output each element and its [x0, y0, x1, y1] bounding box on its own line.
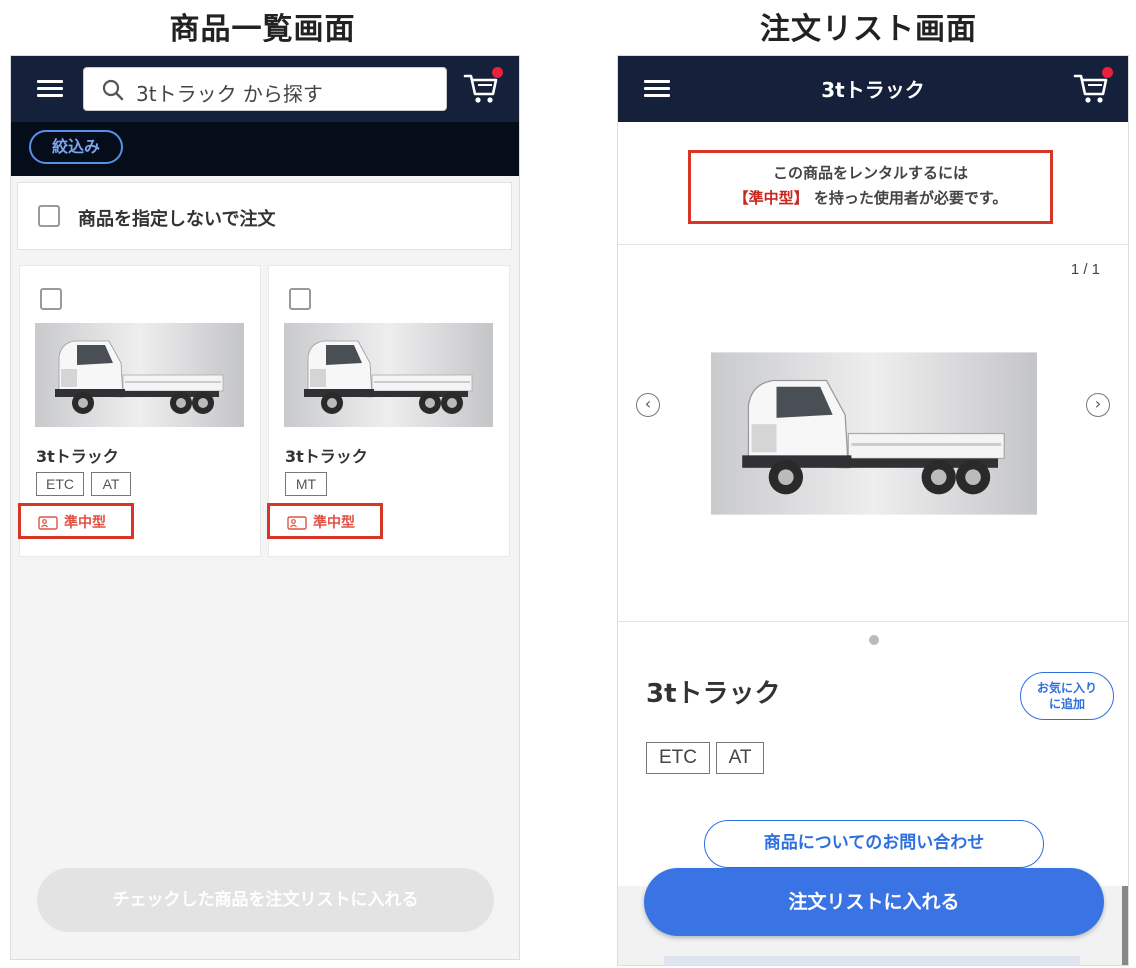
notice-license: 【準中型】 — [733, 189, 809, 207]
top-bar: 3tトラック — [618, 56, 1128, 122]
pager-dot[interactable] — [869, 635, 879, 645]
product-checkbox[interactable] — [40, 288, 62, 310]
tag-at: AT — [91, 472, 131, 496]
truck-image — [284, 323, 493, 427]
notice-rest: を持った使用者が必要です。 — [808, 189, 1008, 207]
order-without-product[interactable]: 商品を指定しないで注文 — [17, 182, 512, 250]
header-title: 3tトラック — [821, 78, 925, 102]
add-checked-to-order-button[interactable]: チェックした商品を注文リストに入れる — [37, 868, 494, 932]
cart-icon[interactable] — [1073, 67, 1113, 108]
notice-line-1: この商品をレンタルするには — [772, 164, 968, 182]
product-card[interactable]: 3tトラック ETC AT 準中型 — [18, 265, 261, 557]
scrollbar[interactable] — [1122, 886, 1128, 965]
license-badge: 準中型 — [18, 503, 134, 539]
filter-button[interactable]: 絞込み — [29, 130, 123, 164]
add-favorite-button[interactable]: お気に入り に追加 — [1020, 672, 1114, 720]
favorite-line-1: お気に入り — [1036, 681, 1097, 695]
license-notice: この商品をレンタルするには 【準中型】 を持った使用者が必要です。 — [688, 150, 1053, 224]
cart-icon[interactable] — [463, 67, 503, 108]
favorite-line-2: に追加 — [1048, 697, 1085, 711]
tag-at: AT — [716, 742, 764, 774]
tag-etc: ETC — [36, 472, 84, 496]
truck-image — [35, 323, 244, 427]
chevron-left-icon[interactable]: ‹ — [636, 393, 660, 417]
cart-badge — [1102, 67, 1113, 78]
image-counter: 1 / 1 — [1070, 261, 1100, 278]
truck-image — [711, 352, 1037, 515]
top-bar: 3tトラック から探す — [11, 56, 519, 122]
filter-bar: 絞込み — [11, 122, 519, 176]
search-input[interactable]: 3tトラック から探す — [83, 67, 447, 111]
menu-icon[interactable] — [37, 80, 63, 98]
image-gallery: 1 / 1 ‹ › — [618, 244, 1128, 622]
notice-line-2: 【準中型】 を持った使用者が必要です。 — [691, 186, 1050, 211]
product-inquiry-button[interactable]: 商品についてのお問い合わせ — [704, 820, 1044, 868]
tag-mt: MT — [285, 472, 327, 496]
no-spec-checkbox[interactable] — [38, 205, 60, 227]
add-to-order-list-button[interactable]: 注文リストに入れる — [644, 868, 1104, 936]
license-badge: 準中型 — [267, 503, 383, 539]
search-placeholder: 3tトラック から探す — [136, 82, 323, 106]
license-label: 準中型 — [313, 515, 355, 531]
chevron-right-icon[interactable]: › — [1086, 393, 1110, 417]
left-screen-title: 商品一覧画面 — [169, 12, 356, 47]
product-name: 3tトラック — [285, 447, 368, 466]
product-list-screen: 3tトラック から探す 絞込み 商品を指定しないで注文 3tトラック ETC A… — [10, 55, 520, 960]
right-screen-title: 注文リスト画面 — [760, 12, 977, 47]
license-icon — [38, 516, 58, 530]
product-name: 3tトラック — [646, 679, 781, 709]
product-checkbox[interactable] — [289, 288, 311, 310]
order-list-screen: 3tトラック この商品をレンタルするには 【準中型】 を持った使用者が必要です。… — [617, 55, 1129, 966]
no-spec-label: 商品を指定しないで注文 — [78, 209, 276, 230]
product-card[interactable]: 3tトラック MT 準中型 — [267, 265, 510, 557]
license-icon — [287, 516, 307, 530]
license-label: 準中型 — [64, 515, 106, 531]
content-strip — [664, 956, 1080, 965]
cart-badge — [492, 67, 503, 78]
tag-etc: ETC — [646, 742, 710, 774]
search-icon — [102, 79, 124, 101]
product-name: 3tトラック — [36, 447, 119, 466]
